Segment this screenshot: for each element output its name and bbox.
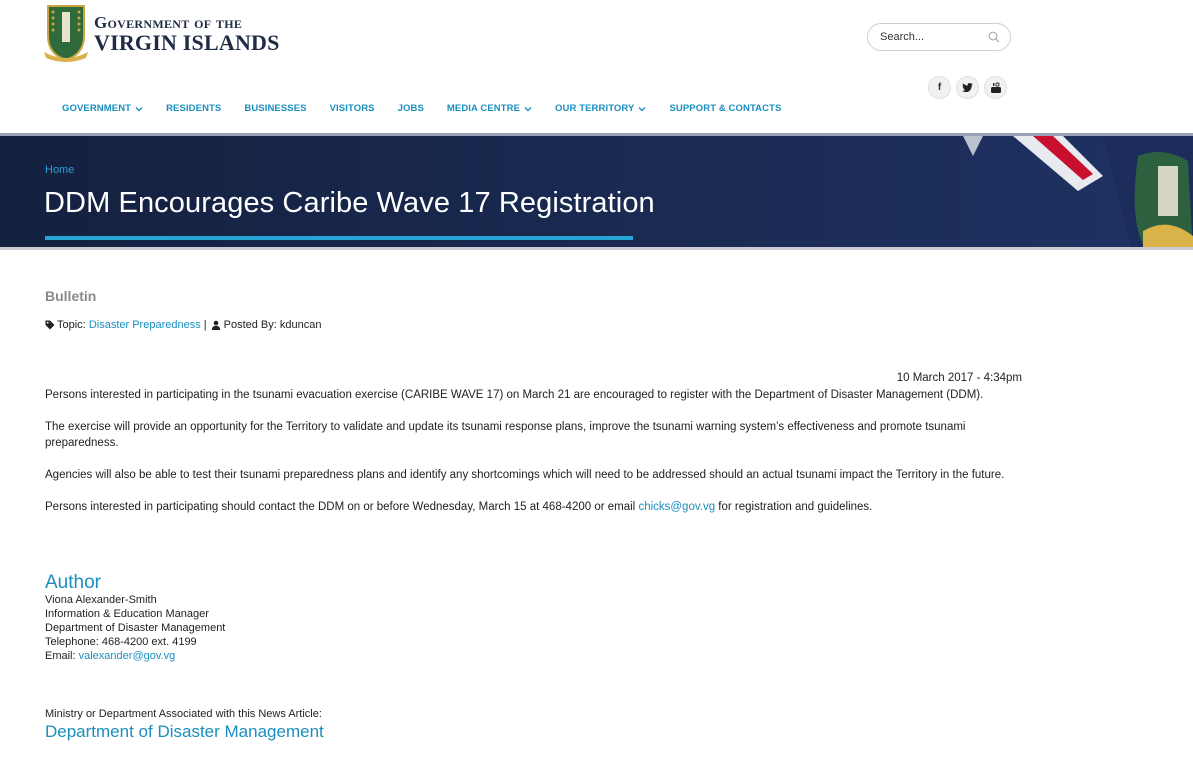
nav-visitors[interactable]: VISITORS (330, 103, 375, 114)
nav-residents[interactable]: RESIDENTS (166, 103, 221, 114)
posted-label: Posted By: (223, 319, 277, 331)
meta-separator: | (203, 319, 207, 331)
topic-label: Topic: (57, 319, 86, 331)
nav-label: JOBS (397, 103, 424, 114)
author-telephone: Telephone: 468-4200 ext. 4199 (45, 636, 197, 648)
author-department: Department of Disaster Management (45, 622, 226, 634)
youtube-icon[interactable] (984, 76, 1007, 99)
nav-label: OUR TERRITORY (555, 103, 635, 114)
paragraph-text: for registration and guidelines. (715, 501, 873, 513)
nav-our-territory[interactable]: OUR TERRITORY (555, 103, 646, 114)
nav-label: SUPPORT & CONTACTS (669, 103, 782, 114)
nav-government[interactable]: GOVERNMENT (62, 103, 143, 114)
title-underline (45, 236, 633, 240)
page-banner: Home DDM Encourages Caribe Wave 17 Regis… (0, 133, 1193, 250)
nav-label: GOVERNMENT (62, 103, 132, 114)
topic-link[interactable]: Disaster Preparedness (89, 319, 201, 331)
author-heading: Author (45, 572, 101, 593)
contact-email-link[interactable]: chicks@gov.vg (638, 501, 715, 513)
breadcrumb-home[interactable]: Home (45, 164, 74, 176)
flag-decoration (963, 136, 1193, 247)
main-nav: GOVERNMENT RESIDENTS BUSINESSES VISITORS… (62, 103, 804, 114)
logo-line2: VIRGIN ISLANDS (94, 30, 280, 55)
section-label: Bulletin (45, 288, 97, 304)
coat-of-arms-icon (44, 5, 88, 62)
tag-icon (45, 320, 55, 330)
ministry-label: Ministry or Department Associated with t… (45, 708, 322, 720)
social-links: f (928, 76, 1007, 99)
site-logo[interactable]: Government of the VIRGIN ISLANDS (44, 2, 280, 64)
nav-media-centre[interactable]: MEDIA CENTRE (447, 103, 532, 114)
chevron-down-icon (638, 106, 646, 111)
author-info: Viona Alexander-Smith Information & Educ… (45, 593, 225, 663)
logo-line1: Government of the (94, 13, 243, 32)
article-meta: Topic: Disaster Preparedness | Posted By… (45, 319, 321, 331)
search-input[interactable] (878, 30, 978, 44)
logo-text: Government of the VIRGIN ISLANDS (94, 14, 280, 54)
author-role: Information & Education Manager (45, 608, 209, 620)
paragraph-text: Persons interested in participating shou… (45, 501, 639, 513)
nav-label: BUSINESSES (244, 103, 307, 114)
article-paragraph: The exercise will provide an opportunity… (45, 421, 966, 449)
author-email-link[interactable]: valexander@gov.vg (79, 650, 176, 662)
facebook-icon[interactable]: f (928, 76, 951, 99)
nav-support-contacts[interactable]: SUPPORT & CONTACTS (669, 103, 781, 114)
article-date: 10 March 2017 - 4:34pm (896, 372, 1022, 384)
nav-label: MEDIA CENTRE (446, 103, 521, 114)
article-paragraph: Persons interested in participating shou… (45, 499, 1005, 515)
article-paragraph: Agencies will also be able to test their… (45, 469, 1005, 481)
nav-label: RESIDENTS (166, 103, 222, 114)
nav-label: VISITORS (329, 103, 375, 114)
article-paragraph: Persons interested in participating in t… (45, 389, 984, 401)
youtube-glyph (990, 82, 1001, 93)
chevron-down-icon (524, 106, 532, 111)
nav-businesses[interactable]: BUSINESSES (244, 103, 306, 114)
chevron-down-icon (135, 106, 143, 111)
twitter-icon[interactable] (956, 76, 979, 99)
ministry-link[interactable]: Department of Disaster Management (45, 722, 324, 742)
posted-by: kduncan (279, 319, 322, 331)
user-icon (211, 320, 220, 330)
author-name: Viona Alexander-Smith (45, 594, 157, 606)
author-email-label: Email: (45, 650, 76, 662)
site-header: Government of the VIRGIN ISLANDS f GOVER… (0, 0, 1193, 133)
article-body: Persons interested in participating in t… (45, 387, 1005, 531)
author-email-row: Email: valexander@gov.vg (45, 649, 225, 663)
twitter-bird-glyph (962, 83, 973, 92)
search-icon[interactable] (988, 31, 1000, 43)
facebook-label: f (937, 82, 942, 93)
search-box (867, 23, 1011, 51)
page-title: DDM Encourages Caribe Wave 17 Registrati… (44, 187, 655, 219)
nav-jobs[interactable]: JOBS (398, 103, 424, 114)
